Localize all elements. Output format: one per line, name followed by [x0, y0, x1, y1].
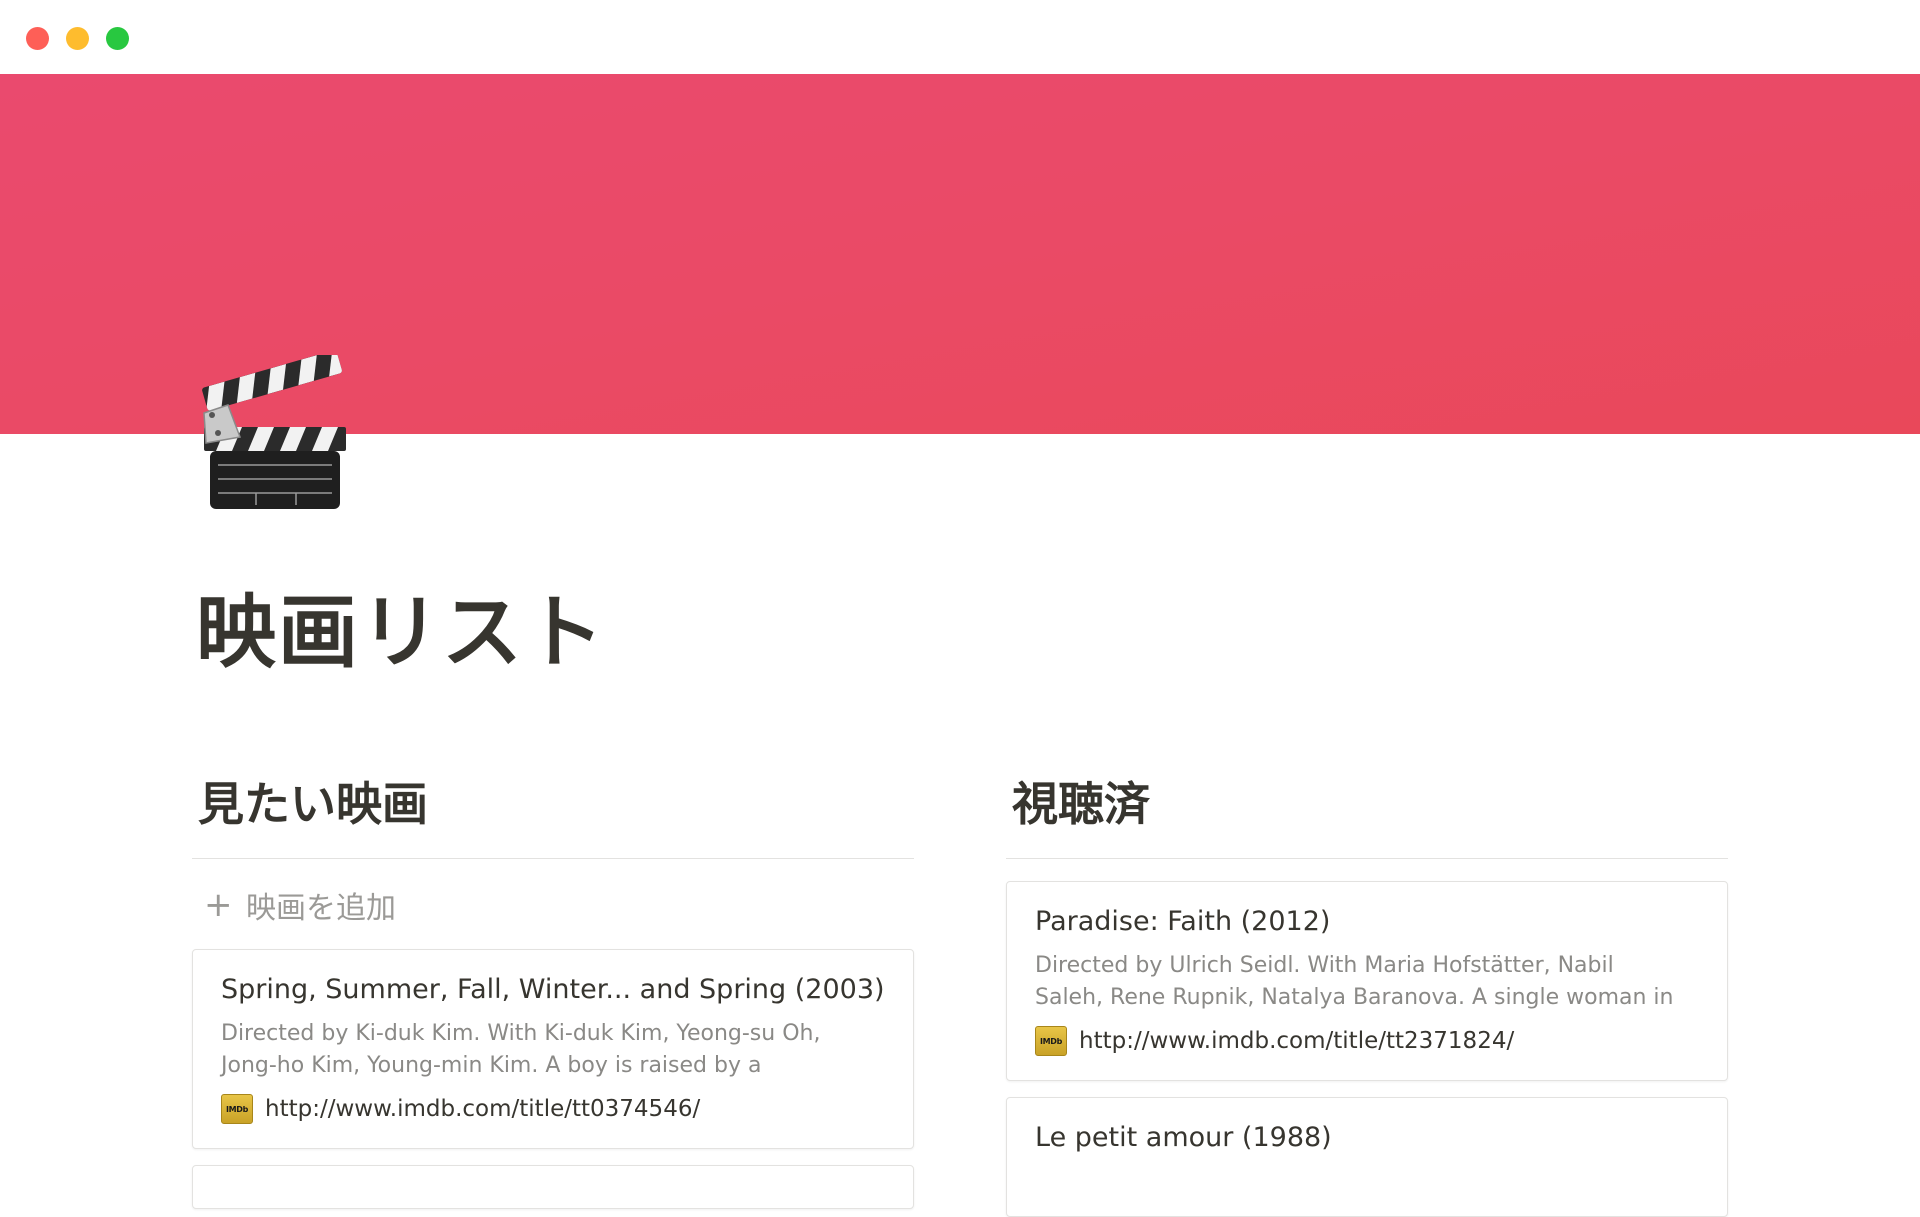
- movie-description: Directed by Ulrich Seidl. With Maria Hof…: [1035, 950, 1699, 1014]
- description-line: Saleh, Rene Rupnik, Natalya Baranova. A …: [1035, 985, 1674, 1010]
- movie-link[interactable]: IMDb http://www.imdb.com/title/tt2371824…: [1035, 1024, 1699, 1058]
- movie-card[interactable]: Le petit amour (1988): [1006, 1097, 1728, 1217]
- zoom-window-button[interactable]: [106, 27, 129, 50]
- description-line: Directed by Ulrich Seidl. With Maria Hof…: [1035, 953, 1614, 978]
- page-title[interactable]: 映画リスト: [196, 585, 606, 681]
- movie-card[interactable]: [192, 1165, 914, 1209]
- add-movie-button[interactable]: + 映画を追加: [192, 881, 914, 929]
- imdb-icon: IMDb: [221, 1094, 253, 1124]
- movie-title: Le petit amour (1988): [1035, 1122, 1332, 1153]
- watched-column: 視聴済 Paradise: Faith (2012) Directed by U…: [1006, 770, 1728, 1217]
- movie-description: Directed by Ki-duk Kim. With Ki-duk Kim,…: [221, 1018, 885, 1082]
- movie-card[interactable]: Paradise: Faith (2012) Directed by Ulric…: [1006, 881, 1728, 1081]
- imdb-url[interactable]: http://www.imdb.com/title/tt0374546/: [265, 1096, 700, 1122]
- watched-heading[interactable]: 視聴済: [1006, 770, 1728, 838]
- description-line: Jong-ho Kim, Young-min Kim. A boy is rai…: [221, 1053, 762, 1078]
- movie-link[interactable]: IMDb http://www.imdb.com/title/tt0374546…: [221, 1092, 885, 1126]
- movie-title: Paradise: Faith (2012): [1035, 906, 1331, 937]
- add-movie-label: 映画を追加: [246, 891, 396, 926]
- column-divider: [192, 858, 914, 859]
- want-to-watch-column: 見たい映画 + 映画を追加 Spring, Summer, Fall, Wint…: [192, 770, 914, 1209]
- description-line: Directed by Ki-duk Kim. With Ki-duk Kim,…: [221, 1021, 821, 1046]
- watched-card-list: Paradise: Faith (2012) Directed by Ulric…: [1006, 881, 1728, 1217]
- clapper-board-icon[interactable]: [196, 349, 352, 515]
- plus-icon: +: [204, 885, 233, 925]
- want-to-watch-heading[interactable]: 見たい映画: [192, 770, 914, 838]
- minimize-window-button[interactable]: [66, 27, 89, 50]
- window-titlebar: [0, 0, 1920, 74]
- movie-card[interactable]: Spring, Summer, Fall, Winter... and Spri…: [192, 949, 914, 1149]
- movie-title: Spring, Summer, Fall, Winter... and Spri…: [221, 974, 885, 1005]
- imdb-icon: IMDb: [1035, 1026, 1067, 1056]
- close-window-button[interactable]: [26, 27, 49, 50]
- imdb-url[interactable]: http://www.imdb.com/title/tt2371824/: [1079, 1028, 1514, 1054]
- column-divider: [1006, 858, 1728, 859]
